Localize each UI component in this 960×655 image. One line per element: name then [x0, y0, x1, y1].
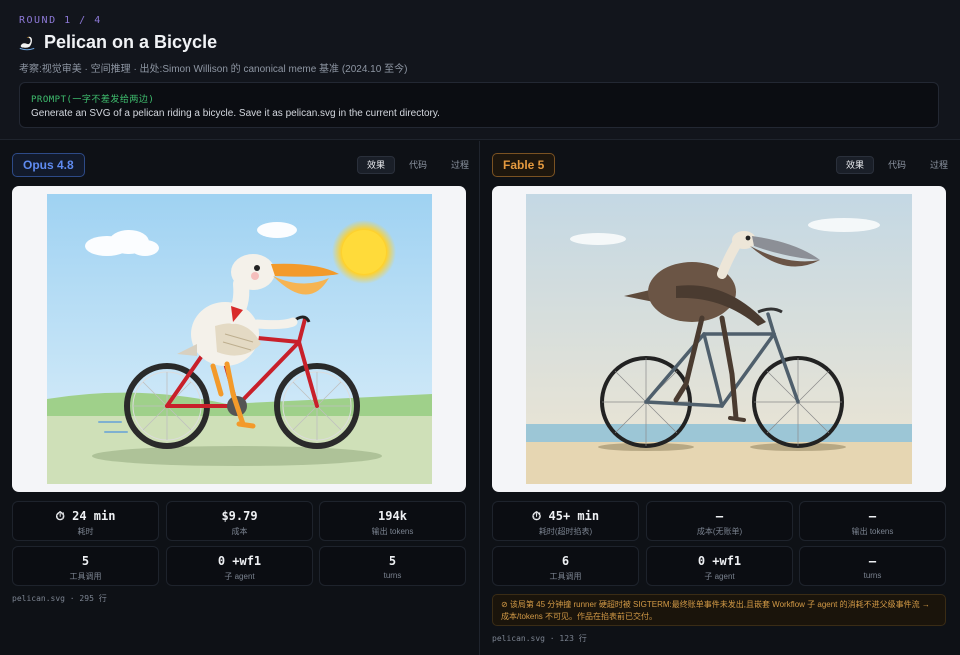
file-footer-right: pelican.svg · 123 行 — [492, 634, 587, 643]
tab-code[interactable]: 代码 — [878, 156, 916, 174]
stat-tool-calls: 6 工具调用 — [492, 546, 639, 586]
model-chip-opus[interactable]: Opus 4.8 — [12, 153, 85, 177]
prompt-label: PROMPT(一字不差发给两边) — [31, 95, 155, 105]
tab-code[interactable]: 代码 — [399, 156, 437, 174]
round-header: ROUND 1 / 4 Pelican on a Bicycle 考察:视觉审美… — [0, 0, 960, 140]
model-panel-left: Opus 4.8 效果 代码 过程 ⏱ 24 min 耗时 $9.79 成本 1… — [0, 141, 479, 655]
stat-sub-agent: 0 +wf1 子 agent — [646, 546, 793, 586]
svg-preview-right — [492, 186, 946, 492]
pelican-illustration-left — [47, 194, 432, 484]
stat-output-tokens: — 输出 tokens — [799, 501, 946, 541]
swan-icon — [19, 36, 35, 50]
prompt-text: Generate an SVG of a pelican riding a bi… — [31, 108, 440, 119]
timeout-warning: ⊘ 该局第 45 分钟撞 runner 硬超时被 SIGTERM:最终账单事件未… — [492, 594, 946, 626]
svg-preview-left — [12, 186, 466, 492]
stat-tool-calls: 5 工具调用 — [12, 546, 159, 586]
page-title-text: Pelican on a Bicycle — [44, 32, 218, 52]
model-chip-fable[interactable]: Fable 5 — [492, 153, 556, 177]
stat-duration: ⏱ 24 min 耗时 — [12, 501, 159, 541]
tab-process[interactable]: 过程 — [920, 156, 958, 174]
tab-effect[interactable]: 效果 — [357, 156, 395, 174]
stat-sub-agent: 0 +wf1 子 agent — [166, 546, 313, 586]
view-tabs-left: 效果 代码 过程 — [357, 156, 479, 174]
page-subtitle: 考察:视觉审美 · 空间推理 · 出处:Simon Willison 的 can… — [19, 64, 408, 75]
page-title: Pelican on a Bicycle — [18, 32, 217, 53]
view-tabs-right: 效果 代码 过程 — [836, 156, 958, 174]
tab-process[interactable]: 过程 — [441, 156, 479, 174]
stat-turns: — turns — [799, 546, 946, 586]
file-footer-left: pelican.svg · 295 行 — [12, 594, 107, 603]
stat-turns: 5 turns — [319, 546, 466, 586]
stat-cost: $9.79 成本 — [166, 501, 313, 541]
model-panel-right: Fable 5 效果 代码 过程 ⏱ 45+ min 耗时(超时掐表) — 成本… — [480, 141, 959, 655]
stat-duration: ⏱ 45+ min 耗时(超时掐表) — [492, 501, 639, 541]
pelican-illustration-right — [526, 194, 912, 484]
prompt-box: PROMPT(一字不差发给两边) Generate an SVG of a pe… — [19, 82, 939, 128]
stat-cost: — 成本(无账单) — [646, 501, 793, 541]
tab-effect[interactable]: 效果 — [836, 156, 875, 174]
round-indicator: ROUND 1 / 4 — [19, 15, 102, 26]
stat-output-tokens: 194k 输出 tokens — [319, 501, 466, 541]
